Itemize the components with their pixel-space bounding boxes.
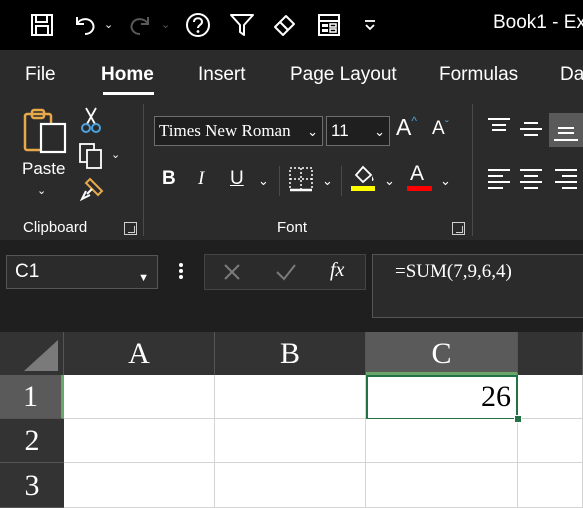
caret-down-icon: ˇ	[444, 118, 449, 132]
redo-icon[interactable]	[126, 10, 154, 40]
cancel-icon[interactable]	[222, 262, 242, 282]
cell-a2[interactable]	[64, 419, 215, 463]
column-header-b[interactable]: B	[215, 332, 366, 375]
name-box-value: C1	[15, 261, 40, 282]
align-bottom-button[interactable]	[549, 113, 583, 147]
cell-c3[interactable]	[366, 463, 518, 508]
group-divider	[472, 104, 473, 236]
select-all-button[interactable]	[0, 332, 64, 375]
format-painter-icon[interactable]	[79, 176, 106, 202]
clipboard-group-label: Clipboard	[23, 219, 88, 236]
font-color-swatch	[407, 186, 432, 191]
select-all-icon	[24, 340, 58, 371]
cell-a1[interactable]	[64, 375, 215, 419]
document-title: Book1 - Ex	[493, 12, 583, 33]
redo-dropdown-icon[interactable]: ⌄	[161, 18, 170, 31]
row-header-1[interactable]: 1	[0, 375, 64, 419]
name-box-dropdown-icon[interactable]: ▼	[138, 262, 149, 294]
font-color-dropdown-icon[interactable]: ⌄	[440, 173, 451, 189]
font-launcher-icon[interactable]	[452, 222, 465, 235]
enter-icon[interactable]	[274, 262, 298, 282]
undo-dropdown-icon[interactable]: ⌄	[104, 18, 113, 31]
cell-c2[interactable]	[366, 419, 518, 463]
help-icon[interactable]	[184, 10, 212, 40]
formula-input[interactable]: =SUM(7,9,6,4)	[372, 254, 583, 318]
font-color-glyph: A	[410, 162, 425, 185]
font-divider	[279, 166, 280, 196]
customize-icon[interactable]	[360, 10, 380, 40]
font-group-label: Font	[277, 219, 308, 236]
align-right-icon[interactable]	[554, 167, 578, 189]
grow-font-button[interactable]: A^	[396, 114, 417, 141]
tab-insert[interactable]: Insert	[198, 64, 246, 86]
cell-a3[interactable]	[64, 463, 215, 508]
align-center-icon[interactable]	[519, 167, 543, 189]
font-size-dropdown-icon[interactable]: ⌄	[374, 118, 385, 146]
title-bar: ⌄ ⌄ Book1 - Ex	[0, 0, 583, 50]
row-header-3[interactable]: 3	[0, 463, 64, 508]
undo-icon[interactable]	[71, 10, 99, 40]
tab-home[interactable]: Home	[101, 64, 154, 86]
paste-dropdown-icon[interactable]: ⌄	[37, 184, 46, 197]
copy-dropdown-icon[interactable]: ⌄	[111, 148, 120, 161]
shrink-font-button[interactable]: Aˇ	[432, 118, 449, 140]
cell-c1[interactable]: 26	[366, 375, 518, 420]
font-size-value: 11	[331, 121, 349, 140]
column-header-c[interactable]: C	[366, 332, 518, 375]
form-icon[interactable]	[316, 10, 342, 40]
copy-icon[interactable]	[78, 142, 106, 170]
font-size-select[interactable]: 11 ⌄	[326, 116, 390, 146]
grow-font-glyph: A	[396, 114, 412, 140]
paste-icon[interactable]	[21, 106, 69, 156]
align-middle-icon[interactable]	[519, 118, 543, 140]
caret-up-icon: ^	[411, 114, 417, 128]
cell-b2[interactable]	[215, 419, 366, 463]
column-header-d[interactable]: D	[518, 332, 583, 375]
insert-function-button[interactable]: fx	[330, 259, 344, 282]
cell-b1[interactable]	[215, 375, 366, 419]
ribbon: Paste ⌄ ⌄ Clipboard Times New Roman ⌄ 11…	[0, 100, 583, 240]
tab-formulas[interactable]: Formulas	[439, 64, 518, 86]
formula-bar: C1 ▼ fx =SUM(7,9,6,4)	[0, 240, 583, 332]
underline-button[interactable]: U	[230, 168, 244, 190]
fill-color-dropdown-icon[interactable]: ⌄	[384, 173, 395, 189]
row-header-2[interactable]: 2	[0, 419, 64, 463]
clipboard-launcher-icon[interactable]	[124, 222, 137, 235]
worksheet-grid[interactable]: A B C D 1 2 3 26	[0, 332, 583, 508]
cell-d2[interactable]	[518, 419, 583, 463]
italic-button[interactable]: I	[198, 168, 204, 190]
tab-file[interactable]: File	[25, 64, 56, 86]
underline-dropdown-icon[interactable]: ⌄	[258, 173, 269, 189]
ribbon-tabs: File Home Insert Page Layout Formulas Da	[0, 50, 583, 100]
font-name-value: Times New Roman	[159, 121, 291, 140]
group-divider	[143, 104, 144, 236]
save-icon[interactable]	[29, 10, 55, 40]
eraser-icon[interactable]	[271, 10, 299, 40]
cell-d1[interactable]	[518, 375, 583, 419]
align-left-icon[interactable]	[487, 167, 511, 189]
font-color-button[interactable]: A	[406, 162, 434, 194]
filter-icon[interactable]	[228, 10, 256, 40]
font-name-select[interactable]: Times New Roman ⌄	[154, 116, 323, 146]
bold-button[interactable]: B	[162, 168, 176, 190]
active-tab-indicator	[103, 92, 154, 95]
borders-dropdown-icon[interactable]: ⌄	[322, 173, 333, 189]
paste-button[interactable]: Paste	[22, 159, 65, 179]
cell-d3[interactable]	[518, 463, 583, 508]
font-name-dropdown-icon[interactable]: ⌄	[307, 118, 318, 146]
cell-b3[interactable]	[215, 463, 366, 508]
fill-color-icon[interactable]	[350, 163, 378, 193]
shrink-font-glyph: A	[432, 118, 445, 139]
font-divider	[341, 166, 342, 196]
tab-data[interactable]: Da	[560, 64, 583, 86]
column-header-a[interactable]: A	[64, 332, 215, 375]
align-top-icon[interactable]	[487, 116, 511, 138]
fill-handle[interactable]	[514, 415, 522, 423]
cut-icon[interactable]	[80, 106, 102, 134]
name-box[interactable]: C1 ▼	[6, 255, 158, 289]
tab-page-layout[interactable]: Page Layout	[290, 64, 397, 86]
borders-icon[interactable]	[288, 166, 314, 192]
more-options-icon[interactable]	[177, 258, 185, 284]
align-bottom-icon	[554, 127, 578, 141]
